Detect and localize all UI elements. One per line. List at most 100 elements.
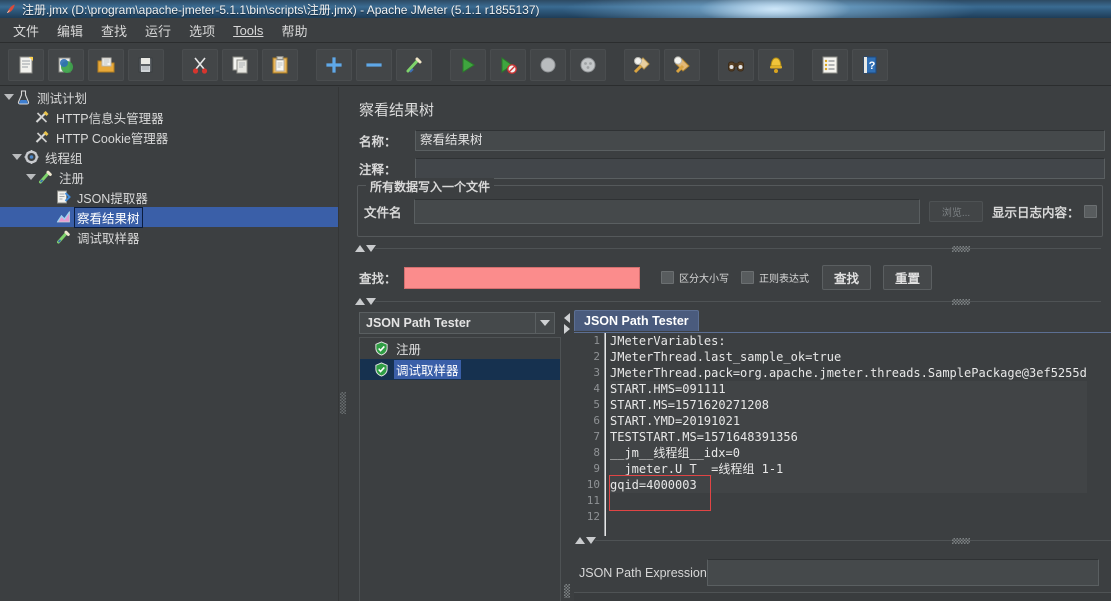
chevron-down-icon[interactable] bbox=[10, 151, 22, 163]
collapse-up-icon[interactable] bbox=[575, 537, 585, 544]
paste-button[interactable] bbox=[262, 48, 298, 81]
search-label: 查找： bbox=[359, 272, 397, 286]
result-item-register[interactable]: 注册 bbox=[360, 338, 560, 359]
cut-button[interactable] bbox=[182, 48, 218, 81]
copy-button[interactable] bbox=[222, 48, 258, 81]
tree-node-view-results-tree[interactable]: 察看结果树 bbox=[0, 206, 338, 228]
collapse-up-icon[interactable] bbox=[355, 245, 365, 252]
copy-pages-icon bbox=[232, 56, 248, 73]
find-button[interactable]: 查找 bbox=[822, 265, 871, 290]
section-resize-grip-1[interactable] bbox=[952, 246, 970, 252]
tree-toggle-placeholder bbox=[21, 131, 33, 143]
jmeter-window: 注册.jmx (D:\program\apache-jmeter-5.1.1\b… bbox=[0, 0, 1111, 601]
tree-node-label: JSON提取器 bbox=[77, 191, 148, 206]
splitter-arrows-icon[interactable] bbox=[562, 312, 572, 336]
renderer-combo[interactable]: JSON Path Tester bbox=[359, 312, 555, 334]
search-input[interactable] bbox=[404, 266, 640, 289]
menu-help[interactable]: 帮助 bbox=[272, 18, 316, 43]
window-title: 注册.jmx (D:\program\apache-jmeter-5.1.1\b… bbox=[22, 3, 540, 17]
result-item-debug-sampler[interactable]: 调试取样器 bbox=[360, 359, 560, 380]
start-button[interactable] bbox=[450, 48, 486, 81]
results-output-area bbox=[574, 593, 1111, 601]
browse-button[interactable]: 浏览... bbox=[929, 201, 983, 222]
templates-button[interactable] bbox=[48, 48, 84, 81]
function-helper-button[interactable] bbox=[812, 48, 848, 81]
renderer-tabstrip: JSON Path Tester bbox=[574, 310, 699, 331]
section-divider-1 bbox=[375, 248, 1101, 249]
stop-button[interactable] bbox=[530, 48, 566, 81]
test-plan-icon bbox=[17, 90, 30, 105]
search-row: 查找： 区分大小写 正则表达式 查找 重置 bbox=[359, 265, 932, 290]
menu-file[interactable]: 文件 bbox=[4, 18, 48, 43]
tree-toggle-placeholder bbox=[42, 191, 54, 203]
comment-label: 注释： bbox=[359, 163, 397, 177]
save-button[interactable] bbox=[128, 48, 164, 81]
debug-sampler-icon bbox=[57, 230, 70, 244]
toggle-button[interactable] bbox=[396, 48, 432, 81]
json-extractor-icon bbox=[57, 190, 71, 204]
section-resize-grip-3[interactable] bbox=[952, 538, 970, 544]
search-button[interactable] bbox=[718, 48, 754, 81]
code-line: __jm__线程组__idx=0 bbox=[610, 445, 1087, 461]
menu-tools[interactable]: Tools bbox=[224, 20, 272, 41]
menu-options[interactable]: 选项 bbox=[180, 18, 224, 43]
list-lines-icon bbox=[822, 56, 838, 73]
results-splitter[interactable] bbox=[562, 312, 572, 601]
renderer-combo-value: JSON Path Tester bbox=[366, 316, 471, 330]
section-resize-grip-2[interactable] bbox=[952, 299, 970, 305]
tree-toggle-placeholder bbox=[42, 211, 54, 223]
name-input[interactable]: 察看结果树 bbox=[415, 130, 1105, 151]
binoculars-icon bbox=[728, 61, 744, 71]
section-collapser-1[interactable] bbox=[355, 245, 377, 252]
start-no-pauses-button[interactable] bbox=[490, 48, 526, 81]
regex-checkbox[interactable] bbox=[741, 271, 754, 284]
line-number: 10 bbox=[586, 478, 600, 491]
name-label: 名称： bbox=[359, 135, 397, 149]
search-reset-button[interactable] bbox=[758, 48, 794, 81]
broom-clear-all-icon bbox=[673, 55, 690, 73]
test-plan-tree[interactable]: 测试计划 HTTP信息头管理器 HTTP Cookie管理器 线程组 注册 JS… bbox=[0, 87, 338, 601]
comment-input[interactable] bbox=[415, 158, 1105, 179]
clear-all-button[interactable] bbox=[664, 48, 700, 81]
help-button[interactable]: ? bbox=[852, 48, 888, 81]
code-line: JMeterThread.last_sample_ok=true bbox=[610, 350, 842, 364]
jsonpath-input[interactable] bbox=[707, 559, 1099, 586]
collapse-up-icon[interactable] bbox=[355, 298, 365, 305]
tree-node-test-plan[interactable]: 测试计划 bbox=[0, 87, 338, 107]
chevron-down-icon[interactable] bbox=[24, 171, 36, 183]
line-number: 11 bbox=[586, 494, 600, 507]
code-line: START.YMD=20191021 bbox=[610, 413, 1087, 429]
menu-search[interactable]: 查找 bbox=[92, 18, 136, 43]
splitter-grip[interactable] bbox=[340, 392, 346, 414]
section-collapser-3[interactable] bbox=[575, 537, 597, 544]
results-list[interactable]: 注册 调试取样器 bbox=[359, 337, 561, 601]
expand-all-button[interactable] bbox=[316, 48, 352, 81]
tree-node-cookie-manager[interactable]: HTTP Cookie管理器 bbox=[0, 127, 338, 147]
tree-node-label: 线程组 bbox=[45, 151, 83, 166]
tree-toggle-placeholder bbox=[42, 231, 54, 243]
chevron-down-icon[interactable] bbox=[2, 91, 14, 103]
tree-node-label: 察看结果树 bbox=[74, 206, 143, 228]
tree-node-thread-group[interactable]: 线程组 bbox=[0, 147, 338, 167]
collapse-all-button[interactable] bbox=[356, 48, 392, 81]
clear-button[interactable] bbox=[624, 48, 660, 81]
tree-node-header-manager[interactable]: HTTP信息头管理器 bbox=[0, 107, 338, 127]
filename-input[interactable] bbox=[414, 199, 920, 224]
chevron-down-icon[interactable] bbox=[535, 313, 554, 333]
menu-run[interactable]: 运行 bbox=[136, 18, 180, 43]
variables-text-area[interactable]: 1 2 3 4 5 6 7 8 9 10 11 12 JMeterVariabl… bbox=[574, 333, 1111, 536]
open-button[interactable] bbox=[88, 48, 124, 81]
results-splitter-grip[interactable] bbox=[564, 584, 570, 598]
tab-json-path-tester[interactable]: JSON Path Tester bbox=[574, 310, 699, 331]
tree-node-register-sampler[interactable]: 注册 bbox=[0, 167, 338, 187]
case-sensitive-checkbox[interactable] bbox=[661, 271, 674, 284]
reset-button[interactable]: 重置 bbox=[883, 265, 932, 290]
menu-edit[interactable]: 编辑 bbox=[48, 18, 92, 43]
section-collapser-2[interactable] bbox=[355, 298, 377, 305]
shutdown-button[interactable] bbox=[570, 48, 606, 81]
log-content-checkbox[interactable] bbox=[1083, 205, 1097, 218]
tree-node-debug-sampler[interactable]: 调试取样器 bbox=[0, 227, 338, 247]
new-button[interactable] bbox=[8, 48, 44, 81]
play-no-pause-icon bbox=[501, 56, 517, 74]
tree-node-json-extractor[interactable]: JSON提取器 bbox=[0, 187, 338, 207]
